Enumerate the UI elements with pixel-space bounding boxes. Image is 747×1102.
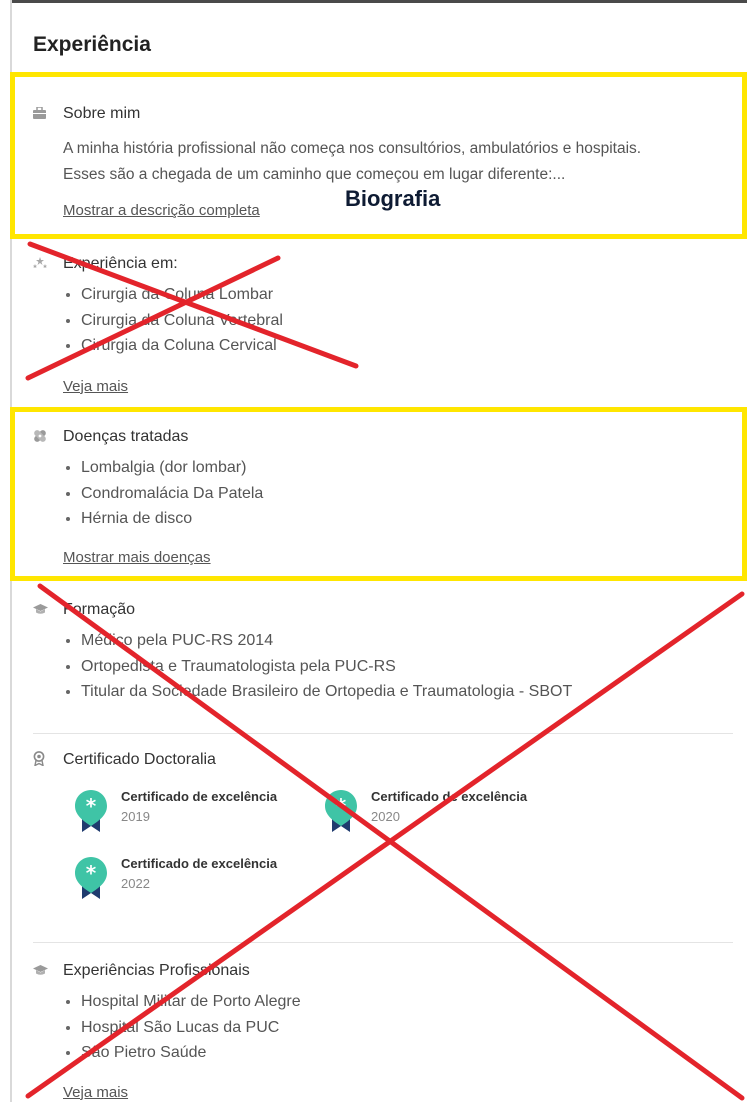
svg-text:*: *	[336, 794, 347, 818]
list-item: Cirurgia da Coluna Vertebral	[63, 308, 283, 334]
graduation-cap-icon	[33, 964, 63, 979]
top-border	[10, 0, 747, 3]
certificate-title: Certificado de excelência	[121, 856, 278, 871]
graduation-cap-icon	[33, 603, 63, 618]
list-item: Ortopedista e Traumatologista pela PUC-R…	[63, 654, 572, 680]
education-section: Formação Médico pela PUC-RS 2014 Ortoped…	[33, 600, 572, 705]
experience-see-more-link[interactable]: Veja mais	[63, 378, 128, 395]
certificate-badge-icon: *	[325, 790, 357, 832]
svg-text:*: *	[86, 861, 97, 885]
certificate-badge-icon: *	[75, 790, 107, 832]
list-item: Hospital São Lucas da PUC	[63, 1015, 301, 1041]
certificate-title: Certificado de excelência	[371, 789, 528, 804]
certificate-card: * Certificado de excelência 2020	[323, 788, 527, 832]
list-item: Médico pela PUC-RS 2014	[63, 628, 572, 654]
stars-icon	[33, 256, 63, 272]
list-item: São Pietro Saúde	[63, 1040, 301, 1066]
experience-in-heading-row: Experiência em:	[33, 254, 283, 274]
divider	[33, 733, 733, 734]
education-heading: Formação	[63, 601, 136, 618]
list-item: Cirurgia da Coluna Cervical	[63, 333, 283, 359]
professional-heading: Experiências Profissionais	[63, 962, 250, 979]
certificate-title: Certificado de excelência	[121, 789, 278, 804]
divider	[33, 942, 733, 943]
list-item: Cirurgia da Coluna Lombar	[63, 282, 283, 308]
certificates-section: Certificado Doctoralia	[33, 750, 216, 770]
certificate-year: 2019	[121, 809, 150, 824]
professional-heading-row: Experiências Profissionais	[33, 961, 301, 981]
list-item: Titular da Sociedade Brasileiro de Ortop…	[63, 679, 572, 705]
award-icon	[33, 751, 63, 769]
certificates-heading: Certificado Doctoralia	[63, 751, 216, 768]
certificate-badge-icon: *	[75, 857, 107, 899]
diseases-highlight-box	[10, 407, 747, 581]
professional-section: Experiências Profissionais Hospital Mili…	[33, 961, 301, 1102]
list-item: Hospital Militar de Porto Alegre	[63, 989, 301, 1015]
experience-in-heading: Experiência em:	[63, 255, 178, 272]
biography-annotation: Biografia	[345, 186, 441, 211]
biography-highlight-box	[10, 72, 747, 239]
certificate-card: * Certificado de excelência 2019	[73, 788, 277, 832]
education-heading-row: Formação	[33, 600, 572, 620]
certificate-year: 2020	[371, 809, 400, 824]
experience-in-section: Experiência em: Cirurgia da Coluna Lomba…	[33, 254, 283, 396]
certificates-heading-row: Certificado Doctoralia	[33, 750, 216, 770]
professional-see-more-link[interactable]: Veja mais	[63, 1084, 128, 1101]
page-title: Experiência	[33, 33, 151, 56]
certificate-year: 2022	[121, 876, 150, 891]
certificate-card: * Certificado de excelência 2022	[73, 855, 277, 899]
svg-text:*: *	[86, 794, 97, 818]
